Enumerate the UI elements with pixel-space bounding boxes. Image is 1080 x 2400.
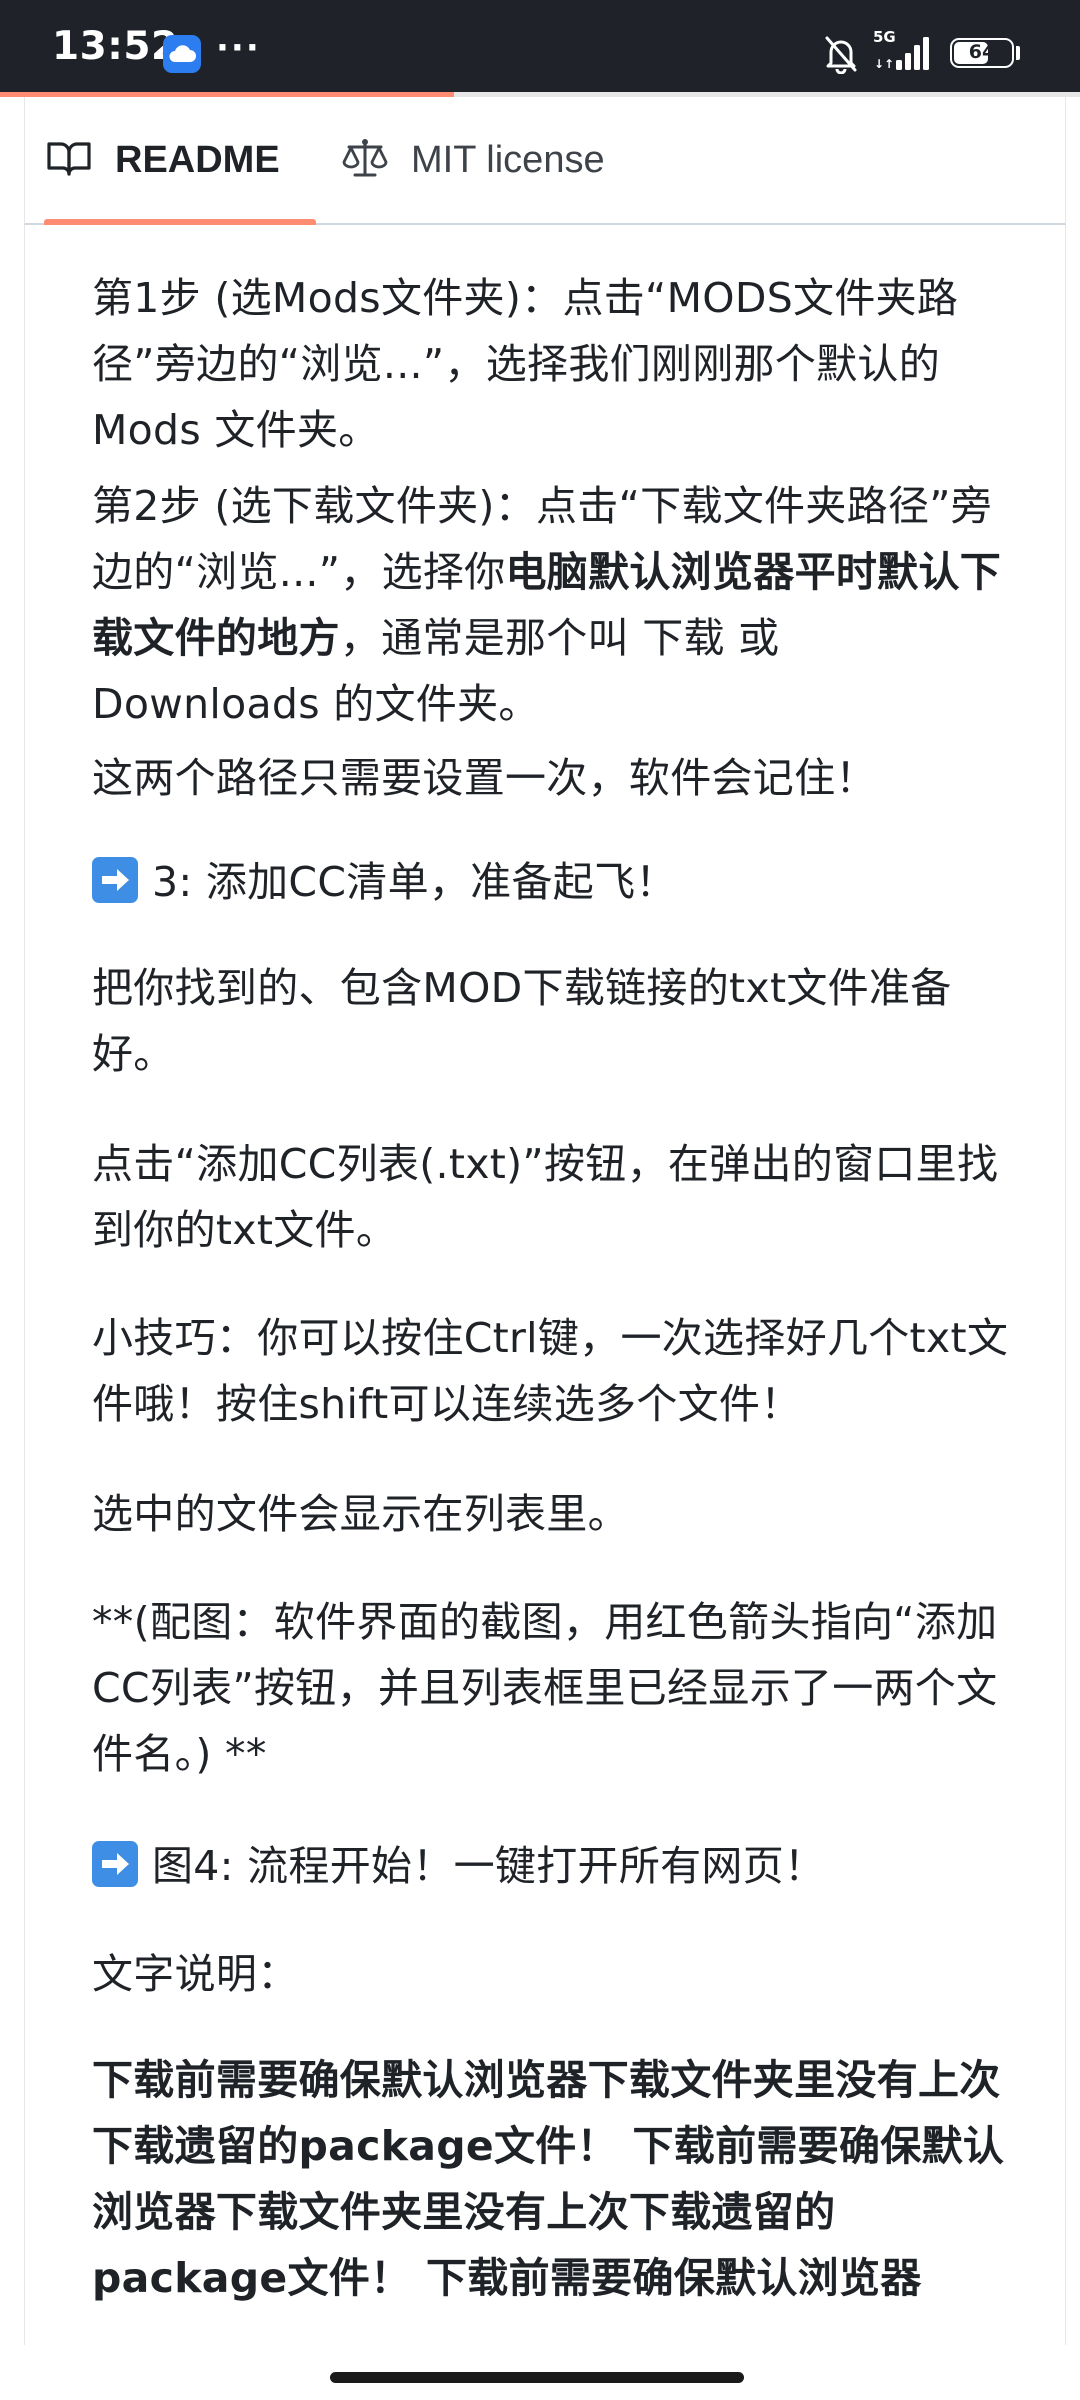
home-indicator[interactable] <box>330 2372 744 2383</box>
battery-icon: 64 <box>950 38 1014 68</box>
readme-heading-3-text: 3: 添加CC清单，准备起飞！ <box>152 858 677 906</box>
readme-warning: 下载前需要确保默认浏览器下载文件夹里没有上次下载遗留的package文件！ 下载… <box>92 2056 1005 2302</box>
book-icon <box>45 134 115 186</box>
tab-readme-label: README <box>115 138 280 181</box>
readme-prepare-txt: 把你找到的、包含MOD下载链接的txt文件准备好。 <box>92 964 952 1078</box>
svg-text:↓↑: ↓↑ <box>874 57 894 71</box>
status-bar: 13:52 ··· 5G ↓↑ 64 <box>0 0 1080 92</box>
readme-shown-in-list: 选中的文件会显示在列表里。 <box>92 1490 629 1538</box>
readme-content: 第1步 (选Mods文件夹)：点击“MODS文件夹路径”旁边的“浏览...”，选… <box>24 225 1066 2345</box>
repo-tab-bar: README MIT license <box>24 97 1066 225</box>
more-notifications-indicator: ··· <box>216 28 261 68</box>
readme-heading-3: 3: 添加CC清单，准备起飞！ <box>92 849 1012 915</box>
tab-mit-license-label: MIT license <box>411 138 605 181</box>
battery-tip <box>1016 46 1020 60</box>
readme-step1: 第1步 (选Mods文件夹)：点击“MODS文件夹路径”旁边的“浏览...”，选… <box>92 274 959 454</box>
bell-off-icon <box>822 34 860 78</box>
readme-heading-4: 图4: 流程开始！一键打开所有网页！ <box>92 1833 1012 1899</box>
scale-icon <box>341 134 411 186</box>
signal-icon: ↓↑ <box>874 34 936 76</box>
tab-readme[interactable]: README <box>44 97 316 225</box>
cloud-app-icon <box>163 35 201 73</box>
right-arrow-icon <box>92 857 138 903</box>
readme-heading-4-text: 图4: 流程开始！一键打开所有网页！ <box>152 1842 826 1890</box>
readme-text-desc: 文字说明： <box>92 1950 299 1998</box>
readme-click-add: 点击“添加CC列表(.txt)”按钮，在弹出的窗口里找到你的txt文件。 <box>92 1140 999 1254</box>
status-time: 13:52 <box>52 24 179 69</box>
right-arrow-icon <box>92 1841 138 1887</box>
readme-remember: 这两个路径只需要设置一次，软件会记住！ <box>92 754 877 802</box>
readme-tip: 小技巧：你可以按住Ctrl键，一次选择好几个txt文件哦！按住shift可以连续… <box>92 1314 1009 1428</box>
readme-image-note: **(配图：软件界面的截图，用红色箭头指向“添加CC列表”按钮，并且列表框里已经… <box>92 1598 998 1778</box>
battery-level: 64 <box>968 41 996 63</box>
tab-mit-license[interactable]: MIT license <box>341 97 661 223</box>
readme-step2: 第2步 (选下载文件夹)：点击“下载文件夹路径”旁边的“浏览...”，选择你电脑… <box>92 473 1012 737</box>
